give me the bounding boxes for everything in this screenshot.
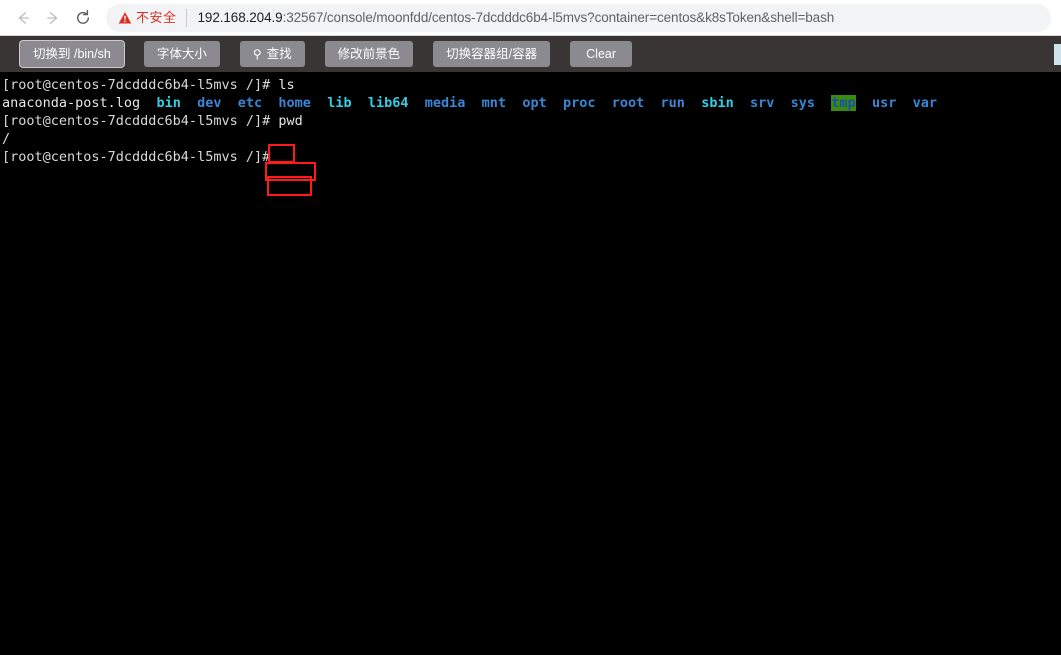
ls-entry: mnt: [481, 95, 507, 111]
annotation-box-pwd: [267, 176, 312, 196]
ls-entry-gap: [595, 95, 611, 111]
font-size-button[interactable]: 字体大小: [143, 41, 220, 67]
address-bar[interactable]: 不安全 192.168.204.9:32567/console/moonfdd/…: [106, 3, 1051, 32]
ls-entry-gap: [734, 95, 750, 111]
shell-command: ls: [278, 77, 295, 93]
ls-entry-gap: [408, 95, 424, 111]
clear-button[interactable]: Clear: [570, 41, 633, 67]
ls-entry: proc: [562, 95, 596, 111]
toolbar-overflow-edge: [1054, 44, 1061, 65]
ls-entry-gap: [140, 95, 156, 111]
warning-triangle-icon: [118, 11, 132, 24]
ls-entry-gap: [506, 95, 522, 111]
clear-label: Clear: [586, 46, 617, 61]
switch-pod-container-button[interactable]: 切换容器组/容器: [433, 41, 551, 67]
change-foreground-color-label: 修改前景色: [337, 46, 401, 61]
ls-entry: srv: [749, 95, 775, 111]
terminal-line: [root@centos-7dcdddc6b4-l5mvs /]# pwd: [2, 112, 1061, 130]
url-path: :32567/console/moonfdd/centos-7dcdddc6b4…: [282, 10, 835, 25]
terminal-line: [root@centos-7dcdddc6b4-l5mvs /]#: [2, 148, 1061, 166]
ls-entry: run: [660, 95, 685, 111]
ls-entry-gap: [896, 95, 912, 111]
ls-entry-gap: [465, 95, 481, 111]
ls-entry: lib: [327, 95, 352, 111]
command-output: /: [2, 131, 11, 147]
ls-entry: var: [912, 95, 937, 111]
ls-entry-gap: [352, 95, 368, 111]
ls-entry: anaconda-post.log: [2, 95, 141, 111]
search-icon: ⚲: [252, 47, 262, 61]
shell-prompt: [root@centos-7dcdddc6b4-l5mvs /]#: [2, 149, 271, 165]
reload-button[interactable]: [68, 3, 98, 33]
url-host: 192.168.204.9: [197, 10, 283, 25]
shell-prompt: [root@centos-7dcdddc6b4-l5mvs /]#: [2, 77, 279, 93]
switch-pod-container-label: 切换容器组/容器: [446, 46, 538, 61]
terminal-line: [root@centos-7dcdddc6b4-l5mvs /]# ls: [2, 76, 1061, 94]
security-status[interactable]: 不安全: [118, 8, 187, 27]
ls-entry-gap: [644, 95, 660, 111]
console-toolbar: 切换到 /bin/sh 字体大小 ⚲ 查找 修改前景色 切换容器组/容器 Cle…: [0, 36, 1061, 72]
ls-entry-gap: [815, 95, 831, 111]
forward-button[interactable]: [38, 3, 68, 33]
ls-entry: lib64: [367, 95, 409, 111]
ls-entry: sys: [790, 95, 816, 111]
ls-entry-gap: [856, 95, 872, 111]
terminal-line: anaconda-post.log bin dev etc home lib l…: [2, 94, 1061, 112]
shell-prompt: [root@centos-7dcdddc6b4-l5mvs /]#: [2, 113, 279, 129]
back-button[interactable]: [8, 3, 38, 33]
ls-entry: bin: [156, 95, 181, 111]
ls-entry: etc: [237, 95, 263, 111]
ls-entry-gap: [774, 95, 790, 111]
ls-entry: sbin: [701, 95, 734, 111]
security-label: 不安全: [136, 9, 177, 25]
ls-entry-gap: [547, 95, 563, 111]
shell-command: pwd: [278, 113, 303, 129]
font-size-label: 字体大小: [156, 46, 207, 61]
ls-entry: usr: [871, 95, 897, 111]
url-display[interactable]: 192.168.204.9:32567/console/moonfdd/cent…: [198, 10, 835, 25]
browser-chrome: 不安全 192.168.204.9:32567/console/moonfdd/…: [0, 0, 1061, 36]
ls-entry: home: [278, 95, 311, 111]
ls-entry-gap: [262, 95, 278, 111]
ls-entry: tmp: [831, 95, 856, 111]
ls-entry-gap: [221, 95, 237, 111]
ls-entry: root: [611, 95, 645, 111]
ls-entry: media: [424, 95, 466, 111]
find-label: 查找: [266, 46, 292, 61]
find-button[interactable]: ⚲ 查找: [239, 41, 305, 67]
ls-entry: opt: [522, 95, 547, 111]
ls-entry-gap: [685, 95, 701, 111]
reload-icon: [77, 9, 89, 24]
terminal-output[interactable]: [root@centos-7dcdddc6b4-l5mvs /]# ls anac…: [0, 72, 1061, 655]
switch-shell-label: 切换到 /bin/sh: [33, 46, 111, 61]
arrow-right-icon: [47, 11, 58, 24]
arrow-left-icon: [18, 11, 29, 24]
terminal-line: /: [2, 130, 1061, 148]
browser-nav-buttons: [0, 3, 98, 33]
switch-shell-button[interactable]: 切换到 /bin/sh: [20, 41, 124, 67]
change-foreground-color-button[interactable]: 修改前景色: [324, 41, 414, 67]
ls-entry: dev: [197, 95, 222, 111]
ls-entry-gap: [181, 95, 197, 111]
ls-entry-gap: [311, 95, 327, 111]
